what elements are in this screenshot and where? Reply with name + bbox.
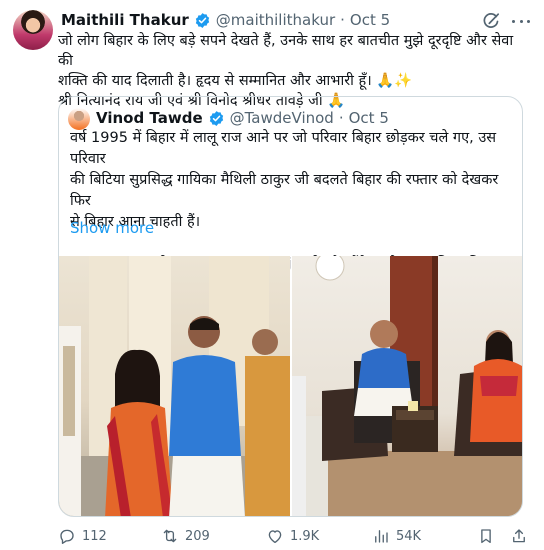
repost-button[interactable]: 209 <box>161 527 210 545</box>
reply-button[interactable]: 112 <box>58 527 107 545</box>
quoted-tweet[interactable]: Vinod Tawde @TawdeVinod · Oct 5 वर्ष 199… <box>58 96 523 517</box>
show-more-link[interactable]: Show more <box>70 219 154 237</box>
verified-badge-icon <box>209 110 223 126</box>
author-avatar[interactable] <box>13 10 53 50</box>
reply-count: 112 <box>82 528 107 544</box>
quoted-author-handle[interactable]: @TawdeVinod <box>230 109 334 127</box>
photo-right[interactable] <box>292 256 522 516</box>
photo-right-illustration <box>292 256 522 516</box>
tweet[interactable]: Maithili Thakur @maithilithakur · Oct 5 … <box>0 0 544 550</box>
separator-dot: · <box>338 109 344 127</box>
tweet-text-line: जो लोग बिहार के लिए बड़े सपने देखते हैं,… <box>58 33 514 69</box>
views-count: 54K <box>396 528 422 544</box>
quoted-author-avatar[interactable] <box>68 108 90 130</box>
photo-left-illustration <box>59 256 290 516</box>
separator-dot: · <box>340 11 345 29</box>
views-button[interactable]: 54K <box>372 527 421 545</box>
photo-grid <box>59 256 522 516</box>
like-icon <box>268 530 282 544</box>
more-icon[interactable] <box>512 11 530 31</box>
bookmark-button[interactable] <box>477 527 495 545</box>
author-handle[interactable]: @maithilithakur <box>216 11 335 29</box>
quoted-author-name[interactable]: Vinod Tawde <box>96 109 203 127</box>
quoted-tweet-date[interactable]: Oct 5 <box>349 109 389 127</box>
author-name[interactable]: Maithili Thakur <box>61 11 189 29</box>
share-icon <box>513 529 525 543</box>
quoted-text-line: की बिटिया सुप्रसिद्ध गायिका मैथिली ठाकुर… <box>70 172 499 209</box>
photo-left[interactable] <box>59 256 290 516</box>
quoted-tweet-header: Vinod Tawde @TawdeVinod · Oct 5 <box>96 108 389 128</box>
share-button[interactable] <box>510 527 528 545</box>
tweet-text-line: शक्ति की याद दिलाती है। हृदय से सम्मानित… <box>58 73 413 89</box>
tweet-date[interactable]: Oct 5 <box>350 11 390 29</box>
bookmark-icon <box>481 529 491 544</box>
repost-icon <box>163 529 177 543</box>
views-icon <box>375 530 388 543</box>
like-button[interactable]: 1.9K <box>266 527 319 545</box>
like-count: 1.9K <box>290 528 320 544</box>
verified-badge-icon <box>195 12 209 28</box>
repost-count: 209 <box>185 528 210 544</box>
tweet-header: Maithili Thakur @maithilithakur · Oct 5 <box>61 10 390 30</box>
quoted-text-line: वर्ष 1995 में बिहार में लालू राज आने पर … <box>70 130 497 167</box>
reply-icon <box>60 529 74 544</box>
grok-icon[interactable] <box>481 11 501 31</box>
action-bar: 112 209 1.9K 54K <box>58 527 528 547</box>
